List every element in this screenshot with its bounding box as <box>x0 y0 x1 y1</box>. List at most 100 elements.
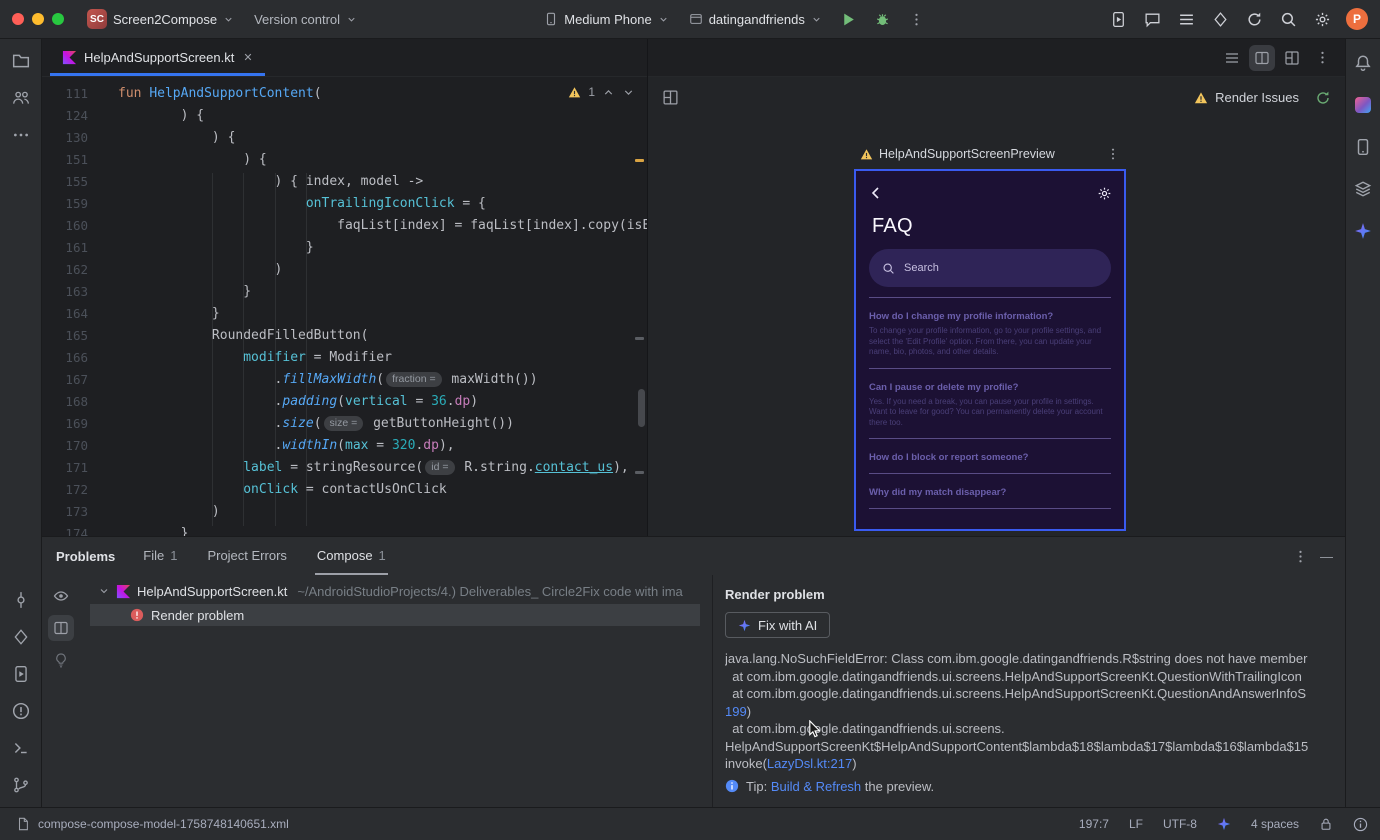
gemini-button[interactable] <box>1349 217 1377 245</box>
render-issues-button[interactable]: Render Issues <box>1194 90 1299 105</box>
faq-search-bar[interactable]: Search <box>869 249 1111 287</box>
quick-fix-button[interactable] <box>48 647 74 673</box>
minimize-window-button[interactable] <box>32 13 44 25</box>
problems-tab-project-errors[interactable]: Project Errors <box>205 537 288 575</box>
running-devices-tool-button[interactable] <box>7 660 35 688</box>
line-separator[interactable]: LF <box>1129 817 1143 831</box>
back-icon[interactable] <box>868 185 884 201</box>
code-line[interactable]: 167 .fillMaxWidth(fraction = maxWidth()) <box>42 369 647 391</box>
code-line[interactable]: 168 .padding(vertical = 36.dp) <box>42 391 647 413</box>
code-line[interactable]: 161 } <box>42 237 647 259</box>
design-view-button[interactable] <box>1279 45 1305 71</box>
code-line[interactable]: 159 onTrailingIconClick = { <box>42 193 647 215</box>
code-line[interactable]: 166 modifier = Modifier <box>42 347 647 369</box>
faq-question[interactable]: Can I pause or delete my profile? <box>869 382 1111 393</box>
more-tool-windows-button[interactable] <box>7 121 35 149</box>
terminal-tool-button[interactable] <box>7 734 35 762</box>
settings-gear-icon[interactable] <box>1097 186 1112 201</box>
stack-trace-link[interactable]: LazyDsl.kt:217 <box>767 756 852 771</box>
info-status-icon[interactable] <box>1353 817 1368 832</box>
close-window-button[interactable] <box>12 13 24 25</box>
render-problem-row[interactable]: Render problem <box>90 604 700 626</box>
ai-chat-button[interactable] <box>1138 5 1166 33</box>
build-variants-button[interactable] <box>1349 175 1377 203</box>
device-mirroring-button[interactable] <box>1104 5 1132 33</box>
code-line[interactable]: 155 ) { index, model -> <box>42 171 647 193</box>
code-line[interactable]: 169 .size(size = getButtonHeight()) <box>42 413 647 435</box>
code-line[interactable]: 130 ) { <box>42 127 647 149</box>
preview-title-row[interactable]: HelpAndSupportScreenPreview <box>854 147 1126 161</box>
inspection-widget[interactable]: 1 <box>568 85 635 99</box>
code-line[interactable]: 160 faqList[index] = faqList[index].copy… <box>42 215 647 237</box>
problems-tool-button[interactable] <box>7 697 35 725</box>
kebab-menu-icon[interactable] <box>1106 147 1120 161</box>
status-file-name[interactable]: compose-compose-model-1758748140651.xml <box>38 817 289 831</box>
fix-with-ai-button[interactable]: Fix with AI <box>725 612 831 638</box>
resource-manager-button[interactable] <box>1349 91 1377 119</box>
build-and-refresh-link[interactable]: Build & Refresh <box>771 779 861 794</box>
faq-question[interactable]: How do I block or report someone? <box>869 452 1111 463</box>
sync-project-button[interactable] <box>1240 5 1268 33</box>
chevron-down-icon[interactable] <box>98 585 110 597</box>
code-line[interactable]: 162 ) <box>42 259 647 281</box>
code-line[interactable]: 124 ) { <box>42 105 647 127</box>
code-line[interactable]: 172 onClick = contactUsOnClick <box>42 479 647 501</box>
file-encoding[interactable]: UTF-8 <box>1163 817 1197 831</box>
project-selector[interactable]: SC Screen2Compose <box>80 5 241 33</box>
user-avatar[interactable]: P <box>1346 8 1368 30</box>
view-options-button[interactable] <box>48 583 74 609</box>
problems-tab-file[interactable]: File 1 <box>141 537 179 575</box>
split-view-button[interactable] <box>1249 44 1275 71</box>
insights-tool-button[interactable] <box>7 623 35 651</box>
version-control-tool-button[interactable] <box>7 771 35 799</box>
faq-question[interactable]: How do I change my profile information? <box>869 311 1111 322</box>
code-line[interactable]: 174 } <box>42 523 647 536</box>
refresh-preview-icon[interactable] <box>1315 90 1331 106</box>
code-editor[interactable]: 111 fun HelpAndSupportContent(124 ) {130 … <box>42 77 647 536</box>
profiler-button[interactable] <box>1206 5 1234 33</box>
code-line[interactable]: 163 } <box>42 281 647 303</box>
kebab-menu-icon[interactable] <box>1293 549 1308 564</box>
code-line[interactable]: 171 label = stringResource(id = R.string… <box>42 457 647 479</box>
stripe-mark[interactable] <box>635 471 644 474</box>
minimize-panel-icon[interactable]: — <box>1320 549 1333 564</box>
notifications-button[interactable] <box>1349 49 1377 77</box>
chevron-down-icon[interactable] <box>622 86 635 99</box>
version-control-menu[interactable]: Version control <box>247 8 364 31</box>
caret-position[interactable]: 197:7 <box>1079 817 1109 831</box>
editor-scrollbar[interactable] <box>638 389 645 427</box>
preview-layout-icon[interactable] <box>662 89 679 106</box>
problems-file-row[interactable]: HelpAndSupportScreen.kt ~/AndroidStudioP… <box>80 579 712 603</box>
code-line[interactable]: 111 fun HelpAndSupportContent( <box>42 83 647 105</box>
code-line[interactable]: 151 ) { <box>42 149 647 171</box>
warning-stripe-mark[interactable] <box>635 159 644 162</box>
search-everywhere-button[interactable] <box>1274 5 1302 33</box>
debug-button[interactable] <box>869 5 897 33</box>
open-preview-button[interactable] <box>48 615 74 641</box>
run-configuration-selector[interactable]: datingandfriends <box>682 8 829 31</box>
project-tool-button[interactable] <box>7 47 35 75</box>
indent-config[interactable]: 4 spaces <box>1251 817 1299 831</box>
zoom-window-button[interactable] <box>52 13 64 25</box>
code-line[interactable]: 173 ) <box>42 501 647 523</box>
commit-tool-button[interactable] <box>7 586 35 614</box>
preview-options-button[interactable] <box>1309 45 1335 71</box>
pull-requests-tool-button[interactable] <box>7 84 35 112</box>
device-manager-button[interactable] <box>1349 133 1377 161</box>
editor-tab[interactable]: HelpAndSupportScreen.kt ✕ <box>50 39 265 76</box>
problems-tab-compose[interactable]: Compose 1 <box>314 537 388 575</box>
more-run-actions-button[interactable] <box>903 5 931 33</box>
device-selector[interactable]: Medium Phone <box>537 8 675 31</box>
menu-lines-button[interactable] <box>1172 5 1200 33</box>
faq-question[interactable]: Why did my match disappear? <box>869 487 1111 498</box>
stripe-mark[interactable] <box>635 337 644 340</box>
code-view-button[interactable] <box>1219 45 1245 71</box>
stack-trace-link[interactable]: 199 <box>725 704 747 719</box>
phone-preview[interactable]: FAQ Search How do I change my profile in… <box>854 169 1126 531</box>
chevron-up-icon[interactable] <box>602 86 615 99</box>
run-button[interactable] <box>835 5 863 33</box>
code-line[interactable]: 164 } <box>42 303 647 325</box>
settings-button[interactable] <box>1308 5 1336 33</box>
code-line[interactable]: 170 .widthIn(max = 320.dp), <box>42 435 647 457</box>
ai-status-icon[interactable] <box>1217 817 1231 831</box>
